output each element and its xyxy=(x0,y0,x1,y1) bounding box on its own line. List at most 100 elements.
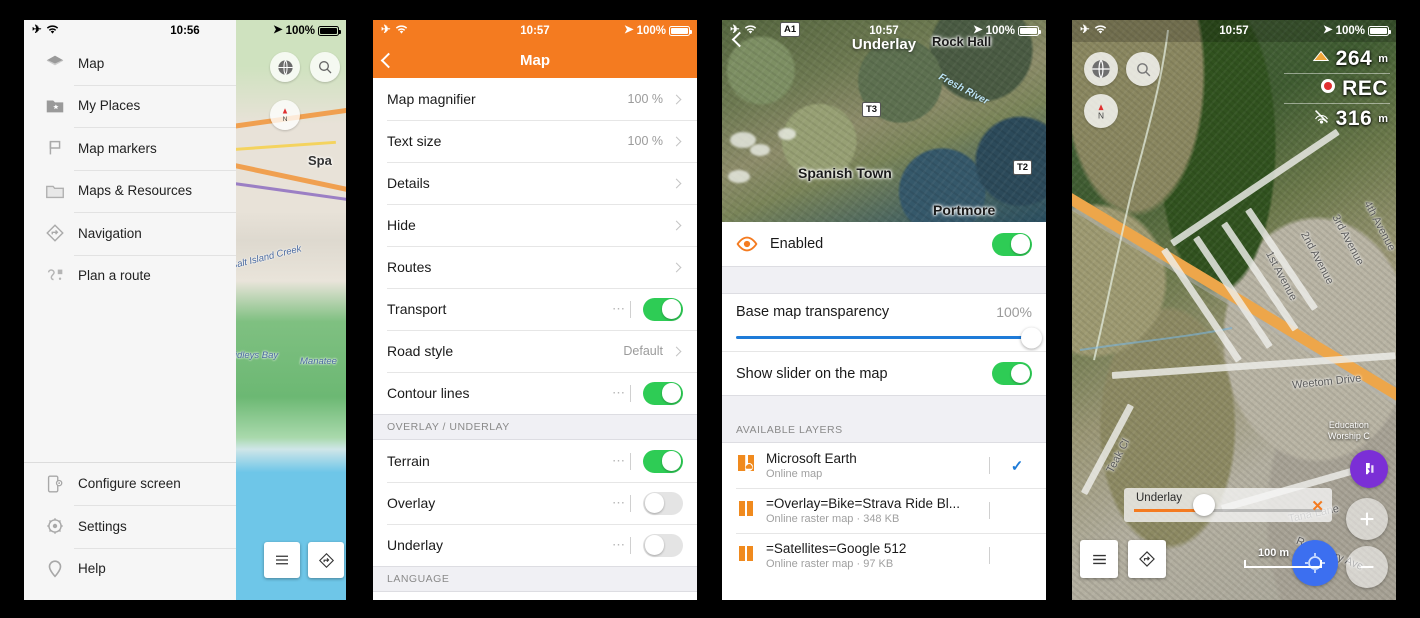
status-bar: ✈ 10:57 ➤ 100% xyxy=(1072,20,1396,42)
settings-row-hide[interactable]: Hide xyxy=(373,204,697,246)
globe-icon[interactable] xyxy=(1084,52,1118,86)
drawer-item-navigation[interactable]: Navigation xyxy=(24,212,236,255)
settings-row-text-size[interactable]: Text size 100 % xyxy=(373,120,697,162)
settings-row-underlay[interactable]: Underlay ⋯ xyxy=(373,524,697,566)
toggle-switch[interactable] xyxy=(643,381,683,405)
hamburger-menu-icon[interactable] xyxy=(264,542,300,578)
panel-underlay: ✈ 10:57 ➤ 100% Underlay A1 T3 T2 Rock Ha… xyxy=(722,20,1046,600)
toggle-switch[interactable] xyxy=(992,362,1032,385)
toggle-switch[interactable] xyxy=(643,533,683,557)
map-hud-widgets: 264 m REC 316 m xyxy=(1284,44,1390,134)
row-label: Details xyxy=(387,175,430,191)
overflow-dots-icon[interactable]: ⋯ xyxy=(612,495,626,511)
divider xyxy=(630,300,631,318)
search-icon[interactable] xyxy=(310,52,340,82)
layer-row-microsoft-earth[interactable]: Microsoft Earth Online map ✓ xyxy=(722,443,1046,488)
underlay-slider-widget[interactable]: Underlay ✕ xyxy=(1124,488,1332,522)
row-value: 100 % xyxy=(627,134,663,148)
layer-subtitle: Online map xyxy=(766,468,823,480)
pan-hand-icon[interactable] xyxy=(1350,450,1388,488)
underlay-enabled-row[interactable]: Enabled xyxy=(722,222,1046,266)
drawer-item-label: Maps & Resources xyxy=(78,183,193,199)
navigation-diamond-icon[interactable] xyxy=(1128,540,1166,578)
drawer-item-my-places[interactable]: My Places xyxy=(24,84,236,128)
battery-percent: 100% xyxy=(985,25,1015,37)
drawer-item-settings[interactable]: Settings xyxy=(24,505,236,548)
overflow-dots-icon[interactable]: ⋯ xyxy=(612,453,626,469)
cloud xyxy=(728,170,750,183)
settings-row-road-style[interactable]: Road style Default xyxy=(373,330,697,372)
panel-navigation-drawer: Spa Salt Island Creek Ridleys Bay Manate… xyxy=(24,20,346,600)
underlay-slider-fill xyxy=(1134,509,1202,512)
status-bar: ✈ 10:56 ➤ 100% xyxy=(24,20,346,42)
map-bottom-controls xyxy=(264,542,344,578)
section-gap xyxy=(722,266,1046,294)
drawer-item-label: Settings xyxy=(78,518,127,534)
plus-icon[interactable] xyxy=(1346,498,1388,540)
transparency-label: Base map transparency xyxy=(736,304,890,320)
underlay-slider-track[interactable] xyxy=(1134,509,1322,512)
drawer-item-configure-screen[interactable]: Configure screen xyxy=(24,463,236,506)
overflow-dots-icon[interactable]: ⋯ xyxy=(612,301,626,317)
globe-icon[interactable] xyxy=(270,52,300,82)
hud-record[interactable]: REC xyxy=(1284,74,1390,104)
divider xyxy=(630,494,631,512)
overflow-dots-icon[interactable]: ⋯ xyxy=(612,385,626,401)
settings-row-overlay[interactable]: Overlay ⋯ xyxy=(373,482,697,524)
no-gps-icon xyxy=(1313,108,1330,130)
settings-row-terrain[interactable]: Terrain ⋯ xyxy=(373,440,697,482)
underlay-map-preview[interactable]: ✈ 10:57 ➤ 100% Underlay A1 T3 T2 Rock Ha… xyxy=(722,20,1046,222)
transparency-slider[interactable] xyxy=(736,327,1042,348)
selected-check-icon[interactable]: ✓ xyxy=(1002,457,1032,475)
slider-knob[interactable] xyxy=(1021,327,1042,348)
close-x-icon[interactable]: ✕ xyxy=(1311,497,1324,515)
settings-row-map-magnifier[interactable]: Map magnifier 100 % xyxy=(373,78,697,120)
compass-north-icon[interactable]: N xyxy=(270,100,300,130)
gear-icon xyxy=(36,515,74,537)
chevron-right-icon xyxy=(671,178,682,188)
cloud xyxy=(750,144,770,156)
overflow-dots-icon[interactable]: ⋯ xyxy=(612,537,626,553)
divider xyxy=(989,457,990,474)
drawer-item-map-markers[interactable]: Map markers xyxy=(24,127,236,170)
map-scale-bar: 100 m xyxy=(1244,547,1322,568)
row-label: Transport xyxy=(387,301,447,317)
hamburger-menu-icon[interactable] xyxy=(1080,540,1118,578)
battery-percent: 100% xyxy=(1335,25,1365,37)
toggle-switch[interactable] xyxy=(992,232,1032,256)
row-label: Show slider on the map xyxy=(736,365,888,382)
drawer-item-map[interactable]: Map xyxy=(24,42,236,85)
navigation-diamond-icon[interactable] xyxy=(308,542,344,578)
search-icon[interactable] xyxy=(1126,52,1160,86)
drawer-item-help[interactable]: Help xyxy=(24,547,236,591)
hud-distance[interactable]: 316 m xyxy=(1284,104,1390,134)
battery-icon xyxy=(318,26,341,36)
drawer-item-label: Configure screen xyxy=(78,476,181,492)
layer-row-satellites-google-512[interactable]: =Satellites=Google 512 Online raster map… xyxy=(722,533,1046,578)
show-slider-row[interactable]: Show slider on the map xyxy=(722,351,1046,395)
settings-row-routes[interactable]: Routes xyxy=(373,246,697,288)
hud-altitude[interactable]: 264 m xyxy=(1284,44,1390,74)
section-gap xyxy=(722,395,1046,417)
minus-icon[interactable] xyxy=(1346,546,1388,588)
status-right-icons: ➤ 100% xyxy=(973,25,1041,37)
toggle-switch[interactable] xyxy=(643,449,683,473)
toggle-switch[interactable] xyxy=(643,297,683,321)
drawer-item-maps-resources[interactable]: Maps & Resources xyxy=(24,169,236,213)
toggle-switch[interactable] xyxy=(643,491,683,515)
layer-row-overlay-bike-strava[interactable]: =Overlay=Bike=Strava Ride Bl... Online r… xyxy=(722,488,1046,533)
drawer-primary-items: Map My Places Map markers Maps & Resourc… xyxy=(24,20,236,462)
compass-north-icon[interactable]: N xyxy=(1084,94,1118,128)
drawer-item-plan-a-route[interactable]: Plan a route xyxy=(24,254,236,298)
poi-label: Education Worship C xyxy=(1328,420,1370,441)
underlay-slider-knob[interactable] xyxy=(1192,494,1215,516)
folder-icon xyxy=(36,180,74,202)
transparency-value: 100% xyxy=(996,304,1032,320)
back-chevron-icon[interactable] xyxy=(380,42,397,78)
settings-row-details[interactable]: Details xyxy=(373,162,697,204)
chevron-right-icon xyxy=(671,136,682,146)
settings-row-transport[interactable]: Transport ⋯ xyxy=(373,288,697,330)
record-dot-icon xyxy=(1320,78,1336,99)
settings-row-contour-lines[interactable]: Contour lines ⋯ xyxy=(373,372,697,414)
map-icon xyxy=(736,497,756,524)
